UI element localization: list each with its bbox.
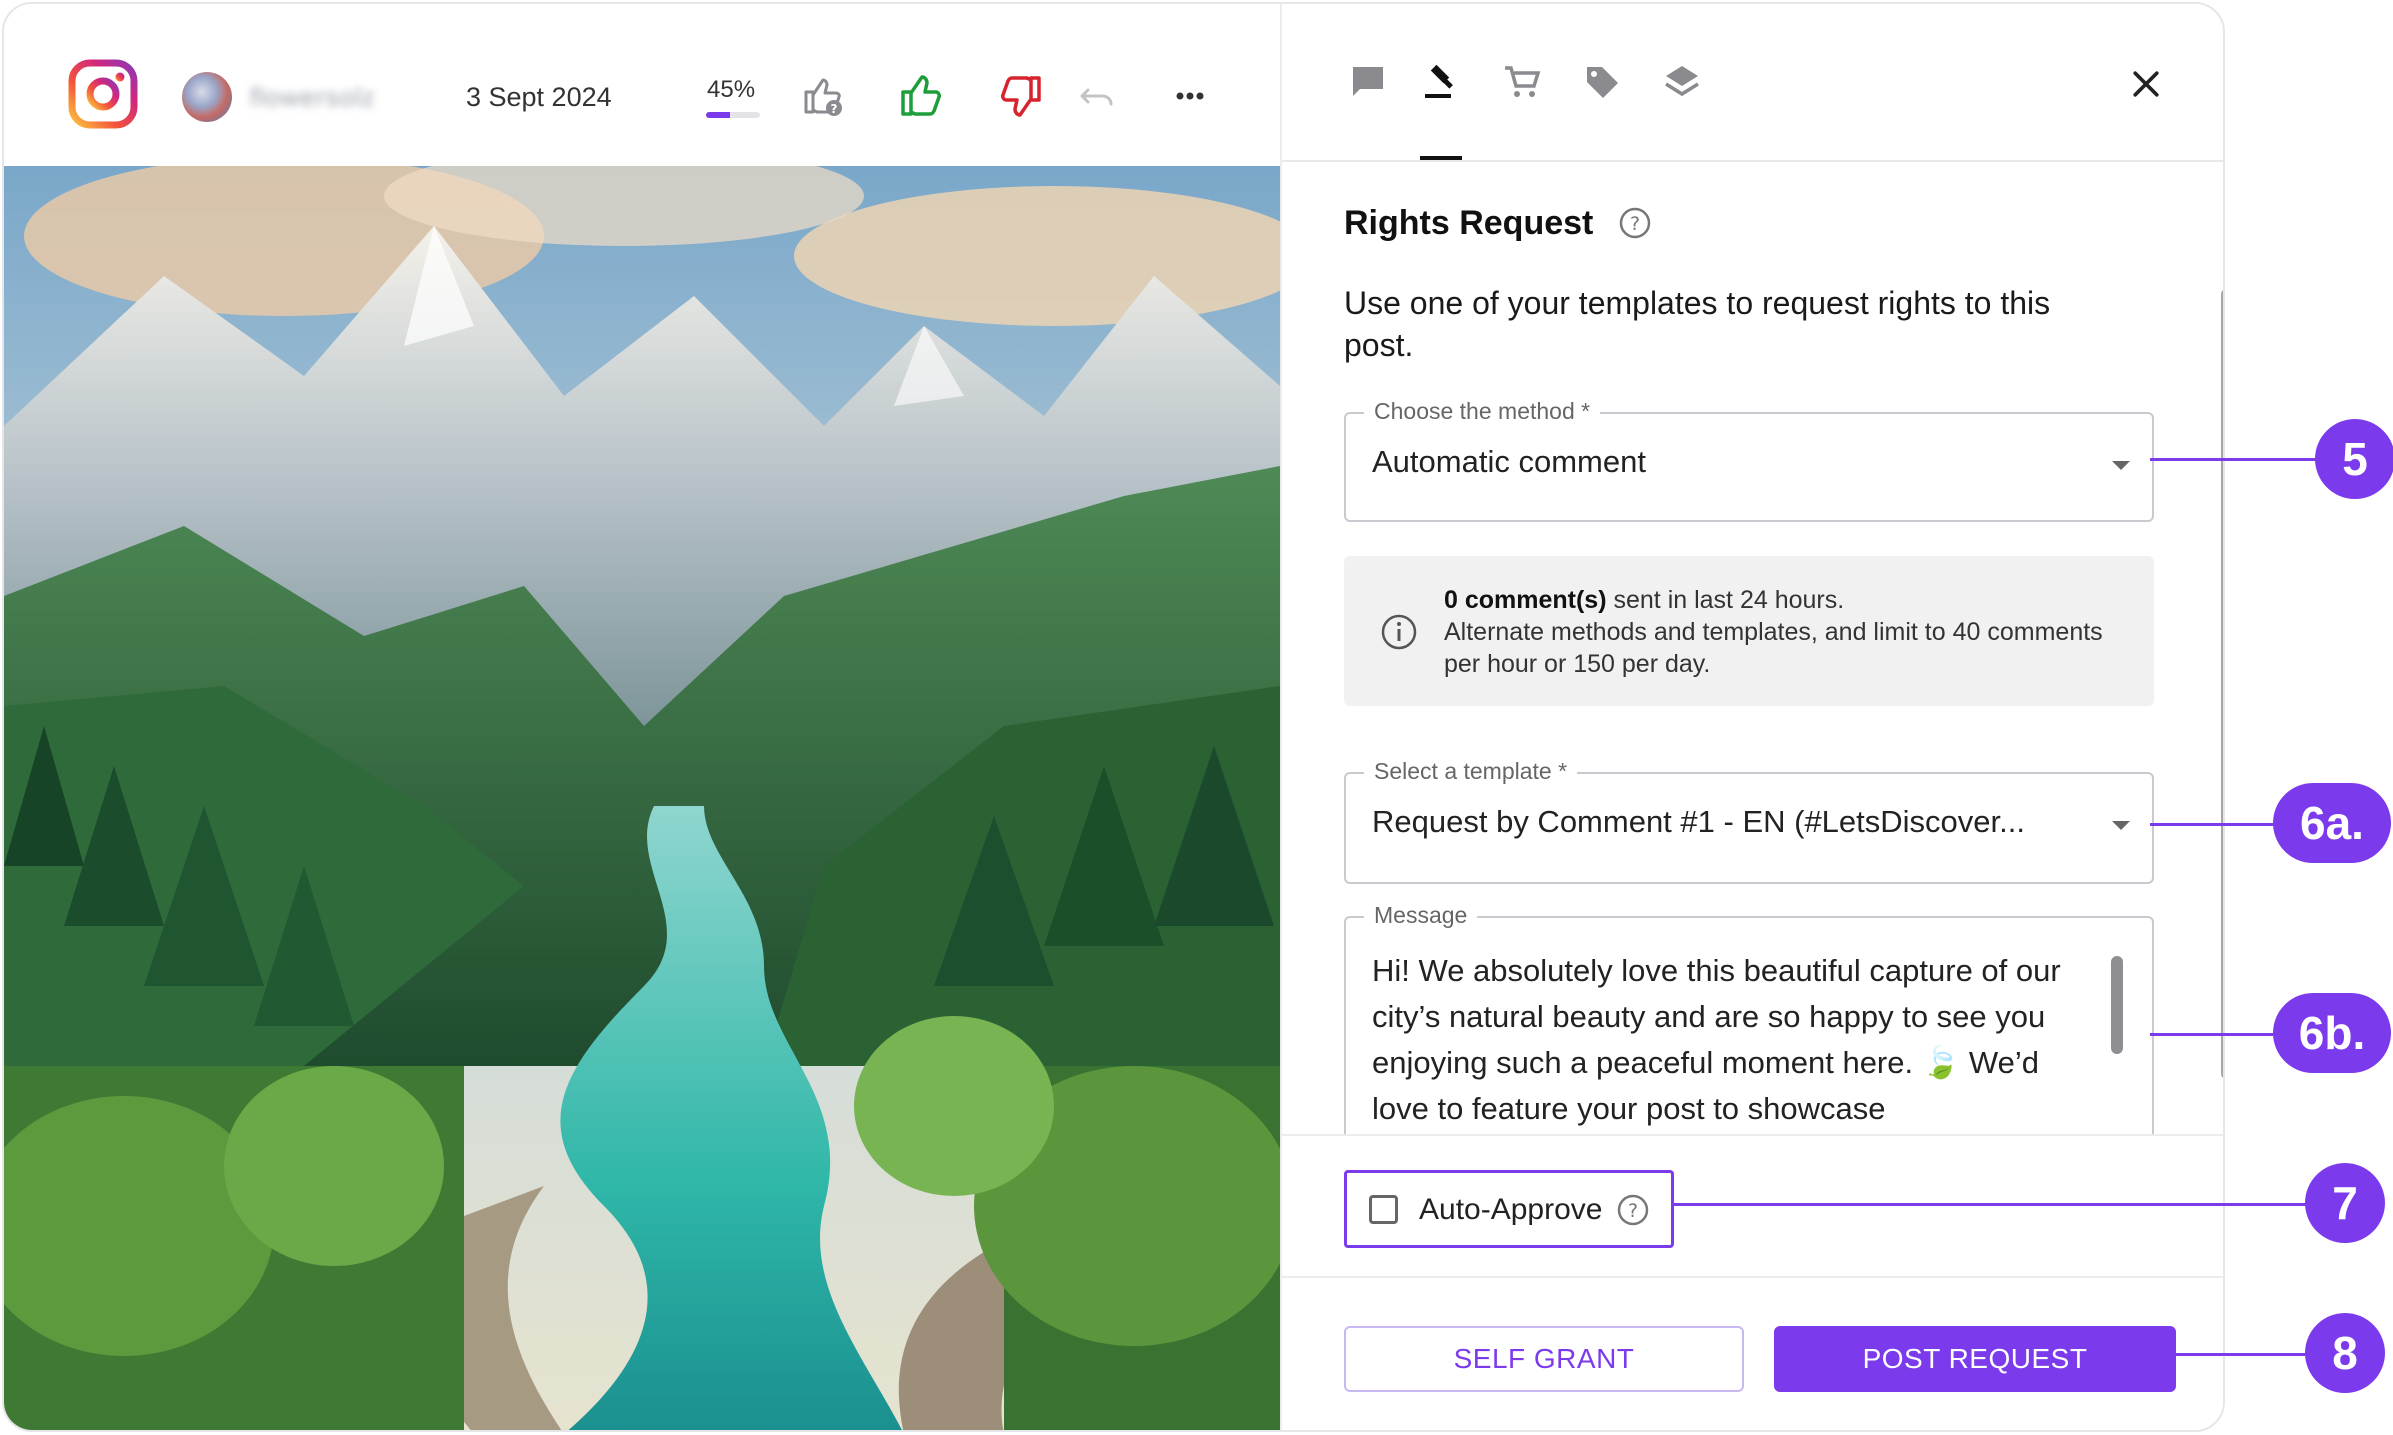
svg-text:?: ? [1628,1200,1638,1222]
chevron-down-icon [2112,461,2130,470]
close-icon[interactable] [2122,60,2170,108]
layers-icon[interactable] [1656,56,1708,108]
like-pending-icon[interactable]: ? [796,70,848,122]
post-request-button[interactable]: POST REQUEST [1774,1326,2176,1392]
intro-text: Use one of your templates to request rig… [1344,285,2051,363]
method-value: Automatic comment [1372,444,1646,479]
template-label: Select a template * [1364,758,1578,785]
auto-approve-checkbox[interactable] [1369,1195,1398,1224]
callout-badge-7: 7 [2305,1163,2385,1243]
auto-approve-row: Auto-Approve ? [1282,1134,2223,1278]
post-detail-card: flowersolz 3 Sept 2024 45% ? Rights Requ… [2,2,2225,1432]
score-bar [706,112,760,118]
panel-scrollbar[interactable] [2221,289,2223,1079]
svg-text:?: ? [831,102,838,116]
auto-approve-label[interactable]: Auto-Approve [1419,1193,1602,1227]
method-select[interactable]: Choose the method * Automatic comment [1344,398,2154,522]
callout-badge-5: 5 [2315,419,2393,499]
more-icon[interactable] [1164,70,1216,122]
callout-badge-6b: 6b. [2273,993,2391,1073]
help-icon[interactable]: ? [1615,1192,1651,1228]
panel-tabs [1282,4,2223,162]
section-title: Rights Request [1344,204,1594,242]
chevron-down-icon [2112,821,2130,830]
comment-limit-info: 0 comment(s) sent in last 24 hours. Alter… [1344,556,2154,706]
score-bar-fill [706,112,731,118]
rights-request-panel: Rights Request ? Use one of your templat… [1280,4,2223,1430]
instagram-icon [68,59,138,129]
auto-approve-highlight: Auto-Approve ? [1344,1170,1674,1248]
post-header: flowersolz 3 Sept 2024 45% ? [4,4,1280,166]
post-view: flowersolz 3 Sept 2024 45% ? [4,4,1280,1430]
thumbs-down-icon[interactable] [995,70,1047,122]
thumbs-up-icon[interactable] [895,70,947,122]
template-value: Request by Comment #1 - EN (#LetsDiscove… [1372,804,2025,839]
info-icon [1380,613,1418,651]
self-grant-button[interactable]: SELF GRANT [1344,1326,1744,1392]
callout-line-6b [2150,1033,2280,1036]
undo-icon[interactable] [1072,70,1124,122]
callout-line-6a [2150,823,2280,826]
message-scrollbar[interactable] [2111,956,2123,1054]
callout-line-8 [2170,1353,2310,1356]
info-text: 0 comment(s) sent in last 24 hours. Alter… [1444,586,2103,678]
score-percent: 45% [707,76,756,103]
panel-content: Rights Request ? Use one of your templat… [1282,164,2223,1134]
method-label: Choose the method * [1364,398,1601,425]
gavel-icon[interactable] [1416,56,1468,108]
message-textarea[interactable]: Message Hi! We absolutely love this beau… [1344,902,2154,1134]
post-date: 3 Sept 2024 [466,82,612,112]
template-select[interactable]: Select a template * Request by Comment #… [1344,758,2154,884]
callout-badge-6a: 6a. [2273,783,2391,863]
message-label: Message [1364,902,1478,929]
svg-text:?: ? [1630,213,1640,235]
tag-icon[interactable] [1576,56,1628,108]
avatar[interactable] [182,72,232,122]
callout-badge-8: 8 [2305,1313,2385,1393]
active-tab-indicator [1420,156,1462,160]
help-icon[interactable]: ? [1618,206,1652,240]
callout-line-7 [1672,1203,2312,1206]
message-text[interactable]: Hi! We absolutely love this beautiful ca… [1372,948,2102,1132]
username[interactable]: flowersolz [250,82,376,113]
comments-icon[interactable] [1342,56,1394,108]
screenshot-stage: flowersolz 3 Sept 2024 45% ? Rights Requ… [0,0,2393,1435]
post-image[interactable] [4,166,1280,1430]
cart-icon[interactable] [1496,56,1548,108]
